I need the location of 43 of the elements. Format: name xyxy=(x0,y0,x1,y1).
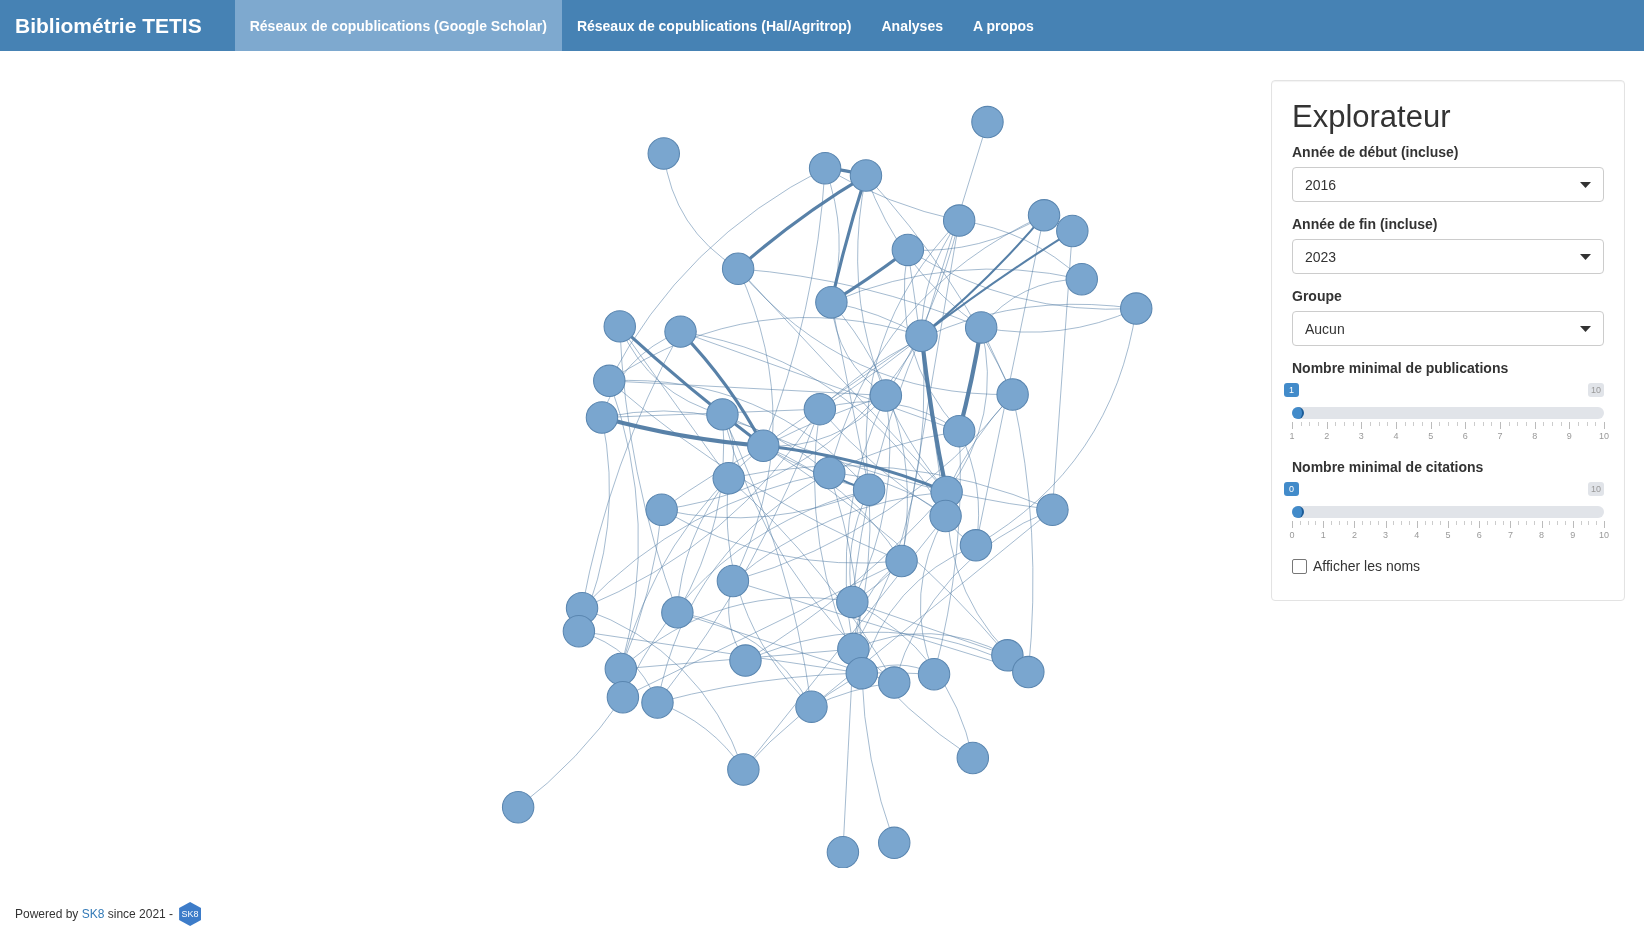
nav-tab[interactable]: Réseaux de copublications (Hal/Agritrop) xyxy=(561,0,867,51)
slider-label: Nombre minimal de citations xyxy=(1292,459,1485,476)
dropdown[interactable]: 2016 xyxy=(1292,167,1604,203)
logo-badge: SK8 xyxy=(179,902,202,926)
field-label: Année de fin (incluse) xyxy=(1292,216,1439,233)
max-badge: 10 xyxy=(1588,383,1604,398)
tick-label: 1 xyxy=(1289,431,1295,442)
field-label: Groupe xyxy=(1292,288,1343,305)
tick-label: 8 xyxy=(1539,530,1545,541)
tick-label: 10 xyxy=(1599,431,1609,442)
nav-tab[interactable]: A propos xyxy=(957,0,1049,51)
tick-label: 5 xyxy=(1428,431,1434,442)
slider-label: Nombre minimal de publications xyxy=(1292,360,1510,377)
field-label: Année de début (incluse) xyxy=(1292,144,1460,161)
tick-label: 6 xyxy=(1462,431,1468,442)
max-badge: 10 xyxy=(1588,482,1604,497)
tick-label: 6 xyxy=(1476,530,1482,541)
tick-label: 0 xyxy=(1289,530,1295,541)
tick-label: 2 xyxy=(1351,530,1357,541)
tick-label: 9 xyxy=(1570,530,1576,541)
tick-label: 8 xyxy=(1532,431,1538,442)
value-badge: 1 xyxy=(1284,383,1299,398)
value-badge: 0 xyxy=(1284,482,1299,497)
tick-label: 7 xyxy=(1507,530,1513,541)
tick-label: 4 xyxy=(1414,530,1420,541)
tick-label: 5 xyxy=(1445,530,1451,541)
dropdown[interactable]: 2023 xyxy=(1292,239,1604,275)
tick-label: 3 xyxy=(1383,530,1389,541)
tick-label: 9 xyxy=(1566,431,1572,442)
tick-label: 1 xyxy=(1320,530,1326,541)
footer-text: Powered by SK8 since 2021 - xyxy=(15,907,174,921)
checkbox-label: Afficher les noms xyxy=(1313,558,1421,575)
footer-link[interactable]: SK8 xyxy=(81,907,105,921)
nav-tab[interactable]: Réseaux de copublications (Google Scholar) xyxy=(234,0,562,51)
tick-label: 2 xyxy=(1324,431,1330,442)
tick-label: 7 xyxy=(1497,431,1503,442)
app-title: Bibliométrie TETIS xyxy=(14,12,203,39)
dropdown[interactable]: Aucun xyxy=(1292,311,1604,347)
tick-label: 3 xyxy=(1358,431,1364,442)
nav-tab[interactable]: Analyses xyxy=(866,0,958,51)
tick-label: 10 xyxy=(1599,530,1609,541)
tick-label: 4 xyxy=(1393,431,1399,442)
panel-title: Explorateur xyxy=(1292,100,1452,135)
